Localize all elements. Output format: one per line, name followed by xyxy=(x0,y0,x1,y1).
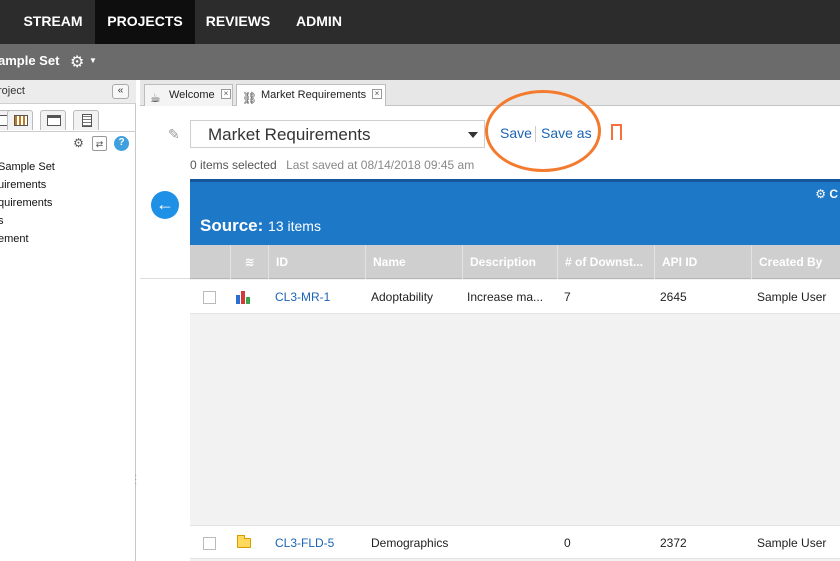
tab-label: Market Requirements xyxy=(261,89,367,101)
row-id[interactable]: CL3-FLD-5 xyxy=(275,526,365,560)
source-label: Source: xyxy=(200,216,264,235)
close-icon[interactable]: × xyxy=(372,89,382,99)
left-panel-title: roject xyxy=(0,85,25,97)
header-downstream[interactable]: # of Downst... xyxy=(557,245,654,279)
collapse-panel-button[interactable]: « xyxy=(112,84,129,99)
tree-item[interactable]: Sample Set xyxy=(0,158,55,176)
bookmark-icon[interactable] xyxy=(611,124,622,142)
header-description[interactable]: Description xyxy=(462,245,557,279)
project-tree: Sample Set uirements quirements s ement xyxy=(0,158,55,248)
bar-chart-icon xyxy=(236,291,252,304)
tree-item[interactable]: quirements xyxy=(0,194,55,212)
column-settings-label: C xyxy=(829,187,838,201)
resize-handle[interactable]: · · · xyxy=(134,471,137,489)
tab-market-requirements[interactable]: ⛓ Market Requirements × xyxy=(236,84,386,106)
link-icon: ⛓ xyxy=(242,91,258,105)
highlight-circle xyxy=(485,90,601,172)
nav-projects[interactable]: PROJECTS xyxy=(95,0,195,44)
row-api-id: 2372 xyxy=(660,536,687,550)
pencil-icon[interactable]: ✎ xyxy=(168,126,180,143)
back-arrow-icon[interactable]: ← xyxy=(151,191,179,219)
source-title: Source: 13 items xyxy=(200,216,321,236)
main-content: ✎ Market Requirements Save Save as 0 ite… xyxy=(140,90,840,561)
status-line: 0 items selected Last saved at 08/14/201… xyxy=(190,158,474,172)
chevron-down-icon[interactable]: ▼ xyxy=(89,56,97,65)
tree-item[interactable]: uirements xyxy=(0,176,55,194)
last-saved: Last saved at 08/14/2018 09:45 am xyxy=(286,158,475,172)
calendar-icon xyxy=(14,115,28,126)
left-panel: roject « ⚙ ⇄ ? Sample Set uirements quir… xyxy=(0,80,136,561)
header-select[interactable] xyxy=(190,245,230,279)
tab-welcome[interactable]: ☕ Welcome × xyxy=(144,84,233,106)
nav-reviews[interactable]: REVIEWS xyxy=(195,0,281,44)
top-nav: STREAM PROJECTS REVIEWS ADMIN xyxy=(0,0,840,44)
row-checkbox[interactable] xyxy=(203,291,216,304)
row-downstream: 0 xyxy=(564,536,571,550)
settings-icon[interactable]: ⚙ xyxy=(71,136,86,151)
row-downstream: 7 xyxy=(564,290,571,304)
tab-label: Welcome xyxy=(169,89,215,101)
tab-calendar[interactable] xyxy=(7,110,33,130)
row-description: Increase ma... xyxy=(467,290,544,304)
divider xyxy=(140,278,190,279)
clipboard-icon xyxy=(82,114,92,127)
table-row[interactable]: CL3-MR-1 Adoptability Increase ma... 7 2… xyxy=(190,280,840,314)
tab-window[interactable] xyxy=(40,110,66,130)
sync-icon[interactable]: ⇄ xyxy=(92,136,107,151)
row-api-id: 2645 xyxy=(660,290,687,304)
row-created-by: Sample User xyxy=(757,290,827,304)
view-name: Market Requirements xyxy=(208,125,371,144)
tree-item[interactable]: s xyxy=(0,212,55,230)
help-icon[interactable]: ? xyxy=(114,136,129,151)
project-title[interactable]: ample Set xyxy=(0,44,59,78)
view-select[interactable]: Market Requirements xyxy=(190,120,485,148)
tab-clipboard[interactable] xyxy=(73,110,99,130)
row-name: Demographics xyxy=(371,536,449,550)
close-icon[interactable]: × xyxy=(221,89,231,99)
project-bar: ample Set ⚙ ▼ xyxy=(0,44,840,80)
header-api-id[interactable]: API ID xyxy=(654,245,751,279)
coffee-cup-icon: ☕ xyxy=(150,91,161,105)
column-settings-button[interactable]: ⚙ C xyxy=(815,187,838,201)
row-created-by: Sample User xyxy=(757,536,827,550)
gear-icon[interactable]: ⚙ xyxy=(70,52,84,72)
source-count: 13 items xyxy=(268,218,321,234)
tree-item[interactable]: ement xyxy=(0,230,55,248)
left-panel-header: roject « xyxy=(0,80,136,104)
left-panel-tabs xyxy=(0,110,136,130)
window-icon xyxy=(47,115,61,126)
row-id[interactable]: CL3-MR-1 xyxy=(275,280,365,314)
row-checkbox[interactable] xyxy=(203,537,216,550)
document-tabs: ☕ Welcome × ⛓ Market Requirements × xyxy=(140,80,840,106)
header-name[interactable]: Name xyxy=(365,245,462,279)
left-panel-tools: ⚙ ⇄ ? xyxy=(0,131,136,153)
layers-icon[interactable]: ≋ xyxy=(230,245,268,279)
table-row[interactable]: CL3-FLD-5 Demographics 0 2372 Sample Use… xyxy=(190,525,840,559)
grid-header: ≋ ID Name Description # of Downst... API… xyxy=(190,245,840,279)
folder-icon xyxy=(237,535,251,548)
chevron-down-icon xyxy=(468,132,478,138)
header-id[interactable]: ID xyxy=(268,245,365,279)
items-grid: ≋ ID Name Description # of Downst... API… xyxy=(190,245,840,561)
source-band: ⚙ C Source: 13 items xyxy=(190,179,840,245)
row-description xyxy=(467,526,555,560)
selected-count: 0 items selected xyxy=(190,158,277,172)
nav-stream[interactable]: STREAM xyxy=(10,0,96,44)
nav-admin[interactable]: ADMIN xyxy=(283,0,355,44)
row-name: Adoptability xyxy=(371,290,434,304)
header-created-by[interactable]: Created By xyxy=(751,245,840,279)
